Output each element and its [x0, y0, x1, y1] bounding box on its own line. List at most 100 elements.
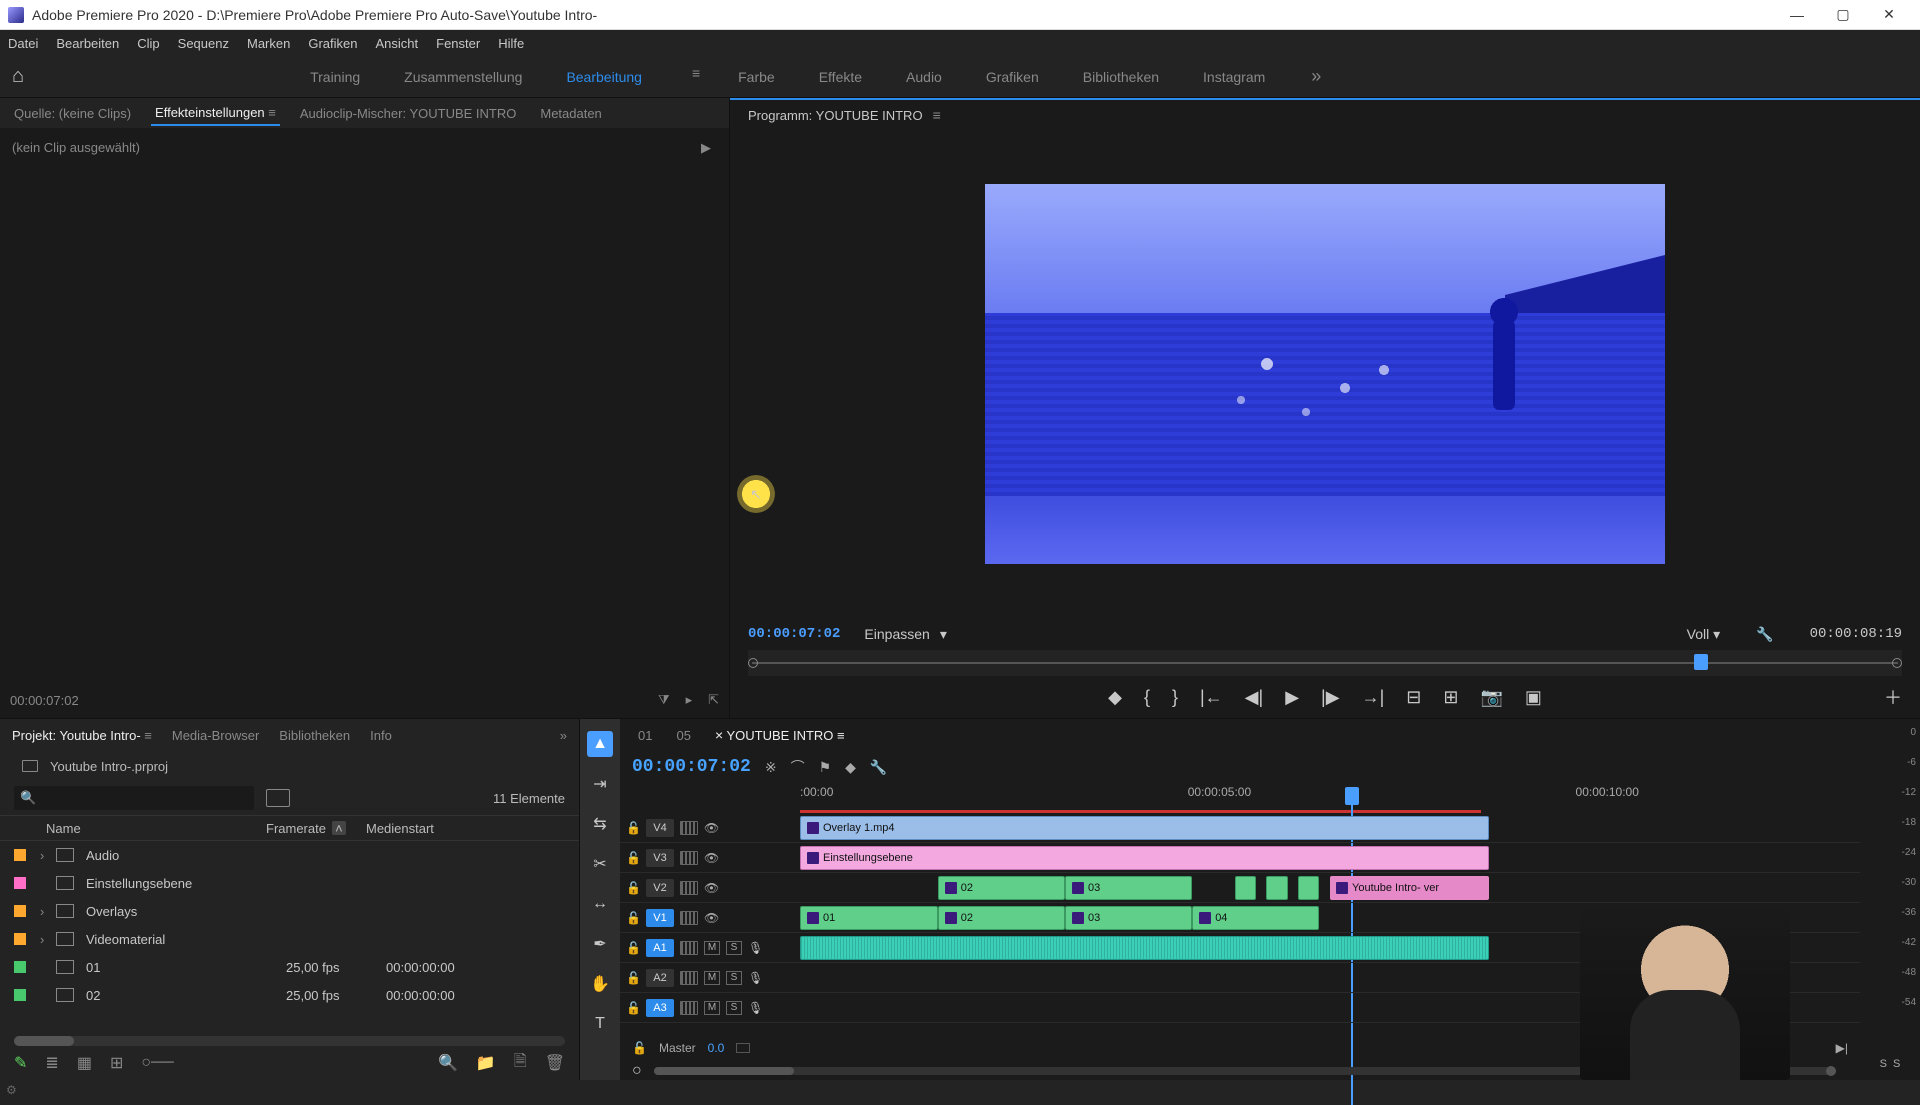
- thumbnail-view-icon[interactable]: [266, 789, 290, 807]
- project-tabs-overflow-icon[interactable]: »: [560, 728, 567, 743]
- trash-icon[interactable]: 🗑: [545, 1053, 565, 1073]
- col-framerate[interactable]: Framerate˄: [266, 821, 366, 836]
- slip-tool[interactable]: ↔: [587, 891, 613, 917]
- step-icon[interactable]: ▸: [686, 692, 693, 708]
- sequence-tab[interactable]: × YOUTUBE INTRO ≡: [715, 727, 845, 743]
- clip[interactable]: Overlay 1.mp4: [800, 816, 1489, 840]
- timeline-playhead[interactable]: [1345, 787, 1359, 805]
- solo-button[interactable]: S: [726, 941, 742, 955]
- track-header-v2[interactable]: 🔓 V2 👁: [620, 873, 800, 903]
- freeform-view-icon[interactable]: ⊞: [110, 1053, 123, 1073]
- clip[interactable]: [1266, 876, 1287, 900]
- track-lane-v4[interactable]: Overlay 1.mp4: [800, 813, 1860, 843]
- clip[interactable]: 04: [1192, 906, 1319, 930]
- clip[interactable]: 01: [800, 906, 938, 930]
- lift-icon[interactable]: ⊟: [1406, 687, 1421, 708]
- project-item[interactable]: 02 25,00 fps 00:00:00:00: [0, 981, 579, 1009]
- voiceover-icon[interactable]: 🎙: [748, 1001, 763, 1015]
- sync-lock-icon[interactable]: [680, 821, 698, 835]
- ripple-edit-tool[interactable]: ⇆: [587, 811, 613, 837]
- workspace-tab-farbe[interactable]: Farbe: [732, 65, 781, 89]
- expand-chevron-icon[interactable]: ›: [40, 848, 56, 863]
- toggle-output-icon[interactable]: 👁: [704, 911, 719, 925]
- sync-lock-icon[interactable]: [680, 971, 698, 985]
- source-tab[interactable]: Audioclip-Mischer: YOUTUBE INTRO: [296, 102, 520, 125]
- sync-lock-icon[interactable]: [680, 1001, 698, 1015]
- voiceover-icon[interactable]: 🎙: [748, 971, 763, 985]
- sync-lock-icon[interactable]: [680, 911, 698, 925]
- toggle-output-icon[interactable]: 👁: [704, 851, 719, 865]
- new-bin-icon[interactable]: 📁: [476, 1053, 496, 1073]
- menu-sequenz[interactable]: Sequenz: [178, 36, 229, 51]
- filter-icon[interactable]: ⧩: [658, 692, 670, 708]
- track-target[interactable]: V3: [646, 849, 674, 867]
- selection-tool[interactable]: ▲: [587, 731, 613, 757]
- new-item-icon[interactable]: 🗎: [514, 1050, 527, 1077]
- track-header-a3[interactable]: 🔓 A3 MS🎙: [620, 993, 800, 1023]
- expand-chevron-icon[interactable]: ›: [40, 932, 56, 947]
- clip[interactable]: 03: [1065, 876, 1192, 900]
- extract-icon[interactable]: ⊞: [1443, 687, 1458, 708]
- step-forward-icon[interactable]: |▶: [1321, 687, 1340, 708]
- hand-tool[interactable]: ✋: [587, 971, 613, 997]
- snap-icon[interactable]: ※: [765, 759, 777, 776]
- workspace-tab-effekte[interactable]: Effekte: [813, 65, 868, 89]
- project-tab[interactable]: Bibliotheken: [279, 728, 350, 743]
- zoom-handle-left[interactable]: ○: [632, 1062, 642, 1080]
- source-tab[interactable]: Effekteinstellungen ≡: [151, 101, 280, 126]
- track-target[interactable]: A3: [646, 999, 674, 1017]
- lock-icon[interactable]: 🔓: [626, 851, 640, 865]
- lock-icon[interactable]: 🔓: [626, 971, 640, 985]
- add-marker-icon[interactable]: ◆: [845, 759, 856, 776]
- sequence-tab[interactable]: 01: [638, 728, 652, 743]
- track-target[interactable]: V2: [646, 879, 674, 897]
- type-tool[interactable]: T: [587, 1011, 613, 1037]
- sequence-tab[interactable]: 05: [676, 728, 690, 743]
- workspace-tab-training[interactable]: Training: [304, 65, 366, 89]
- razor-tool[interactable]: ✂: [587, 851, 613, 877]
- project-item[interactable]: Einstellungsebene: [0, 869, 579, 897]
- track-header-v3[interactable]: 🔓 V3 👁: [620, 843, 800, 873]
- timeline-timecode[interactable]: 00:00:07:02: [632, 757, 751, 777]
- lock-icon[interactable]: 🔓: [626, 941, 640, 955]
- solo-buttons[interactable]: SS: [1860, 1058, 1920, 1070]
- clip[interactable]: Youtube Intro- ver: [1330, 876, 1489, 900]
- mark-out-icon[interactable]: }: [1172, 687, 1178, 708]
- project-tab[interactable]: Info: [370, 728, 392, 743]
- lock-icon[interactable]: 🔓: [626, 1001, 640, 1015]
- workspace-tab-bearbeitung[interactable]: Bearbeitung: [560, 65, 648, 89]
- marker-icon[interactable]: ⚑: [819, 759, 832, 776]
- sync-lock-icon[interactable]: [680, 851, 698, 865]
- project-tab[interactable]: Media-Browser: [172, 728, 259, 743]
- mute-button[interactable]: M: [704, 941, 720, 955]
- gear-icon[interactable]: ⚙: [6, 1083, 17, 1097]
- expand-chevron-icon[interactable]: ›: [40, 904, 56, 919]
- menu-bearbeiten[interactable]: Bearbeiten: [56, 36, 119, 51]
- menu-marken[interactable]: Marken: [247, 36, 290, 51]
- icon-view-icon[interactable]: ▦: [77, 1053, 92, 1073]
- toggle-output-icon[interactable]: 👁: [704, 821, 719, 835]
- workspace-overflow-icon[interactable]: »: [1311, 66, 1321, 87]
- track-select-tool[interactable]: ⇥: [587, 771, 613, 797]
- mute-button[interactable]: M: [704, 971, 720, 985]
- list-view-icon[interactable]: ≣: [45, 1053, 58, 1073]
- clip[interactable]: [1298, 876, 1319, 900]
- seq-menu-icon[interactable]: ≡: [837, 728, 845, 743]
- add-button-icon[interactable]: ＋: [1884, 684, 1902, 710]
- track-header-v1[interactable]: 🔓 V1 👁: [620, 903, 800, 933]
- menu-datei[interactable]: Datei: [8, 36, 38, 51]
- workspace-tab-zusammenstellung[interactable]: Zusammenstellung: [398, 65, 528, 89]
- clip[interactable]: 02: [938, 876, 1065, 900]
- col-name[interactable]: Name: [46, 821, 266, 836]
- project-horizontal-scroll[interactable]: [14, 1036, 565, 1046]
- program-viewer[interactable]: [730, 130, 1920, 618]
- sync-lock-icon[interactable]: [680, 881, 698, 895]
- track-target[interactable]: V1: [646, 909, 674, 927]
- project-item[interactable]: › Audio: [0, 841, 579, 869]
- mark-in-icon[interactable]: {: [1144, 687, 1150, 708]
- toggle-output-icon[interactable]: 👁: [704, 881, 719, 895]
- workspace-menu-icon[interactable]: ≡: [692, 65, 700, 89]
- project-item[interactable]: 01 25,00 fps 00:00:00:00: [0, 953, 579, 981]
- export-icon[interactable]: ⇱: [708, 692, 719, 708]
- track-header-v4[interactable]: 🔓 V4 👁: [620, 813, 800, 843]
